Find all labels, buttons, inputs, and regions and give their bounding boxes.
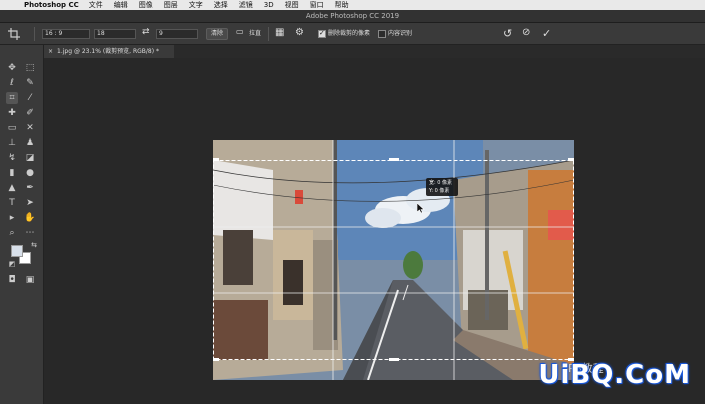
menu-image[interactable]: 图像 — [139, 0, 153, 10]
document-tabbar: × 1.jpg @ 23.1% (裁剪预览, RGB/8) * — [44, 45, 705, 58]
tooltip-height: Y: 0 像素 — [429, 188, 450, 194]
marquee-tool-icon[interactable]: ⬚ — [24, 62, 36, 74]
close-icon[interactable]: × — [48, 48, 53, 55]
ratio-select[interactable]: 16 : 9 — [42, 29, 90, 39]
direct-select-icon[interactable]: ▸ — [6, 212, 18, 224]
document-tab[interactable]: × 1.jpg @ 23.1% (裁剪预览, RGB/8) * — [44, 45, 174, 58]
crop-overlay-grid[interactable] — [213, 140, 574, 380]
foreground-color-swatch[interactable] — [11, 245, 23, 257]
default-colors-icon[interactable]: ◩ — [6, 258, 18, 270]
type-tool-icon[interactable]: T — [6, 197, 18, 209]
swap-icon[interactable]: ⇄ — [142, 27, 150, 37]
clone-stamp-icon[interactable]: ⊥ — [6, 137, 18, 149]
menu-file[interactable]: 文件 — [89, 0, 103, 10]
window-title: Adobe Photoshop CC 2019 — [305, 12, 400, 20]
mac-menubar: Photoshop CC 文件 编辑 图像 图层 文字 选择 滤镜 3D 视图 … — [0, 0, 705, 10]
history-brush-icon[interactable]: ↯ — [6, 152, 18, 164]
separator — [268, 27, 269, 41]
path-select-icon[interactable]: ➤ — [24, 197, 36, 209]
brush-tool-icon[interactable]: ✐ — [24, 107, 36, 119]
separator — [34, 27, 35, 41]
ratio-width-input[interactable]: 18 — [94, 29, 136, 39]
blur-icon[interactable]: ● — [24, 167, 36, 179]
commit-check-icon[interactable]: ✓ — [542, 27, 551, 40]
tooltip-width: 宽: 0 像素 — [429, 180, 453, 186]
eraser-icon[interactable]: ◪ — [24, 152, 36, 164]
options-bar: 16 : 9 18 ⇄ 9 清除 ▭ 拉直 ▦ ⚙ 删除裁剪的像素 内容识别 ↺… — [0, 23, 705, 45]
cursor-arrow-icon — [417, 203, 425, 213]
hand-tool-icon[interactable]: ✋ — [24, 212, 36, 224]
content-aware-checkbox[interactable] — [378, 30, 386, 38]
canvas-area[interactable]: 宽: 0 像素 Y: 0 像素 — [44, 58, 705, 404]
quick-mask-icon[interactable]: ◘ — [6, 274, 18, 286]
clear-button[interactable]: 清除 — [206, 28, 228, 40]
straighten-label[interactable]: 拉直 — [249, 30, 261, 38]
delete-cropped-checkbox[interactable] — [318, 29, 326, 38]
document-tab-label: 1.jpg @ 23.1% (裁剪预览, RGB/8) * — [57, 48, 159, 55]
gear-icon[interactable]: ⚙ — [295, 27, 304, 38]
content-aware-label: 内容识别 — [388, 30, 413, 37]
crop-tool-icon[interactable]: ⌗ — [6, 92, 18, 104]
menu-filter[interactable]: 滤镜 — [239, 0, 253, 10]
lasso-tool-icon[interactable]: ℓ — [6, 77, 18, 89]
transform-icon[interactable]: ✕ — [24, 122, 36, 134]
menu-help[interactable]: 帮助 — [335, 0, 349, 10]
menu-edit[interactable]: 编辑 — [114, 0, 128, 10]
menu-3d[interactable]: 3D — [264, 1, 274, 9]
cancel-icon[interactable]: ⊘ — [522, 27, 530, 38]
move-tool-icon[interactable]: ✥ — [6, 62, 18, 74]
pen-tool-icon[interactable]: ✒ — [24, 182, 36, 194]
menu-select[interactable]: 选择 — [214, 0, 228, 10]
healing-brush-icon[interactable]: ✚ — [6, 107, 18, 119]
ratio-height-input[interactable]: 9 — [156, 29, 198, 39]
dodge-icon[interactable]: ▲ — [6, 182, 18, 194]
stamp-icon[interactable]: ♟ — [24, 137, 36, 149]
zoom-tool-icon[interactable]: ⌕ — [6, 227, 18, 239]
quick-select-icon[interactable]: ✎ — [24, 77, 36, 89]
reset-icon[interactable]: ↺ — [503, 27, 512, 40]
straighten-icon[interactable]: ▭ — [236, 27, 244, 36]
screen-mode-icon[interactable]: ▣ — [24, 274, 36, 286]
menu-layer[interactable]: 图层 — [164, 0, 178, 10]
eyedropper-icon[interactable]: ⁄ — [24, 92, 36, 104]
menu-window[interactable]: 窗口 — [310, 0, 324, 10]
crop-info-tooltip: 宽: 0 像素 Y: 0 像素 — [426, 178, 458, 196]
swap-colors-icon[interactable]: ⇆ — [28, 239, 40, 251]
gradient-icon[interactable]: ▮ — [6, 167, 18, 179]
overlay-grid-icon[interactable]: ▦ — [275, 27, 284, 38]
watermark: UiBQ.CoM — [538, 360, 691, 390]
document-image[interactable] — [213, 140, 574, 380]
crop-tool-icon[interactable] — [8, 28, 20, 40]
window-titlebar: Adobe Photoshop CC 2019 — [0, 10, 705, 23]
rectangle-icon[interactable]: ▭ — [6, 122, 18, 134]
toolbox: ✥ ⬚ ℓ ✎ ⌗ ⁄ ✚ ✐ ▭ ✕ ⊥ ♟ ↯ ◪ ▮ ● ▲ ✒ T ➤ … — [0, 45, 44, 404]
menu-app-name[interactable]: Photoshop CC — [24, 1, 79, 9]
menu-type[interactable]: 文字 — [189, 0, 203, 10]
delete-cropped-label: 删除裁剪的像素 — [328, 30, 371, 37]
menu-view[interactable]: 视图 — [285, 0, 299, 10]
more-tools-icon[interactable]: ⋯ — [24, 227, 36, 239]
